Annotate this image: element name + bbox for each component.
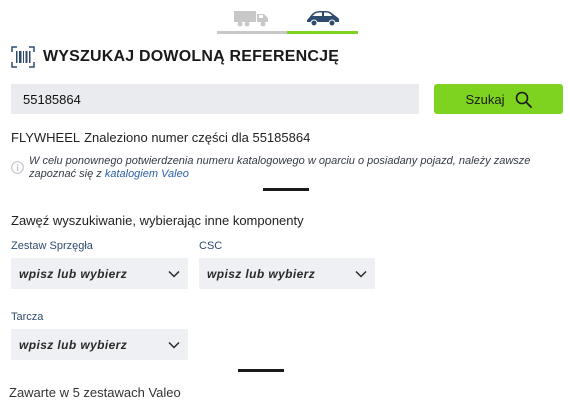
search-button-label: Szukaj [465,91,505,107]
section-divider [238,369,284,372]
search-input[interactable] [11,84,419,114]
contained-in-kits: Zawarte w 5 zestawach Valeo [9,385,181,400]
chevron-down-icon [355,270,367,278]
header: WYSZUKAJ DOWOLNĄ REFERENCJĘ [11,45,339,69]
tab-car[interactable] [287,4,358,34]
filter-disc: Tarcza wpisz lub wybierz [11,311,188,360]
barcode-icon [11,46,35,68]
filter-label: CSC [199,240,223,252]
filter-csc: CSC wpisz lub wybierz [199,240,375,289]
select-placeholder: wpisz lub wybierz [19,266,128,281]
search-button[interactable]: Szukaj [434,84,563,114]
result-message: Znaleziono numer części dla 55185864 [84,130,311,145]
catalog-link[interactable]: katalogiem Valeo [105,168,189,180]
csc-select[interactable]: wpisz lub wybierz [199,258,375,289]
select-placeholder: wpisz lub wybierz [207,266,316,281]
tab-truck[interactable] [217,4,287,34]
disc-select[interactable]: wpisz lub wybierz [11,329,188,360]
chevron-down-icon [168,270,180,278]
filter-label: Tarcza [11,311,44,323]
chevron-down-icon [168,341,180,349]
notice-text: W celu ponownego potwierdzenia numeru ka… [29,155,561,181]
page-title: WYSZUKAJ DOWOLNĄ REFERENCJĘ [43,48,340,65]
search-icon [515,91,532,108]
car-icon [306,11,339,27]
clutch-kit-select[interactable]: wpisz lub wybierz [11,258,188,289]
filter-label: Zestaw Sprzęgła [11,240,93,252]
part-type: FLYWHEEL [11,130,81,145]
truck-icon [234,11,268,27]
refine-title: Zawęź wyszukiwanie, wybierając inne komp… [11,213,304,228]
info-icon [11,161,24,174]
catalog-notice: W celu ponownego potwierdzenia numeru ka… [11,155,561,181]
section-divider [263,188,309,191]
filter-clutch-kit: Zestaw Sprzęgła wpisz lub wybierz [11,240,188,289]
vehicle-tabs [217,4,358,34]
select-placeholder: wpisz lub wybierz [19,337,128,352]
result-text: FLYWHEEL Znaleziono numer części dla 5518… [11,130,314,145]
